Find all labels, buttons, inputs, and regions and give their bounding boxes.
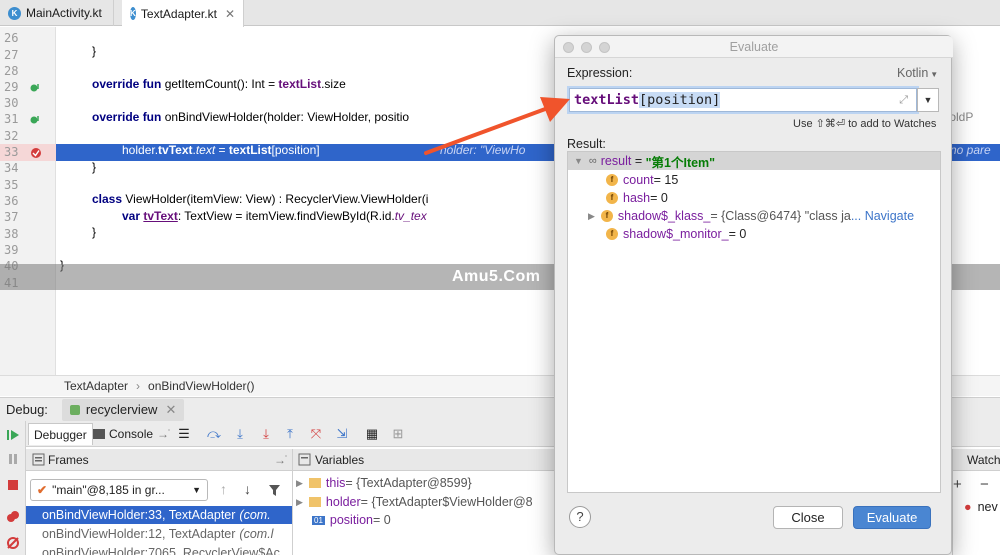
annotation-arrow	[424, 97, 570, 155]
ide-window: K MainActivity.kt K TextAdapter.kt ✕ 26 …	[0, 0, 1000, 555]
